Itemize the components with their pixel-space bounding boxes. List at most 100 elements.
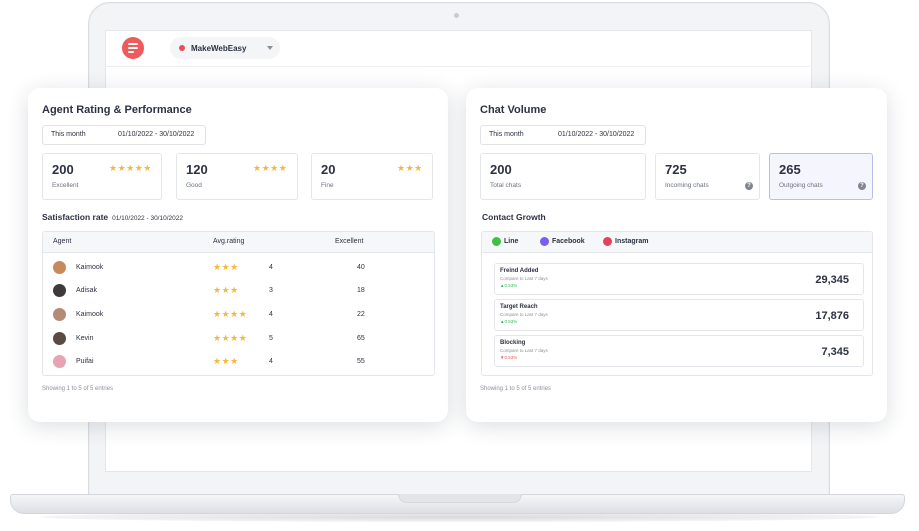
tab-instagram[interactable]: Instagram <box>603 237 648 246</box>
excellent-count: 18 <box>357 287 365 294</box>
agent-name: Kevin <box>76 335 94 342</box>
growth-title: Contact Growth <box>482 212 546 222</box>
satisfaction-label: Satisfaction rate <box>42 212 109 222</box>
agent-table: Agent Avg.rating Excellent Kaimook ★★★ 4… <box>42 231 435 376</box>
table-row[interactable]: Puifai ★★★ 4 55 <box>43 351 434 373</box>
metric-value: 7,345 <box>821 346 849 358</box>
chevron-down-icon <box>267 46 273 50</box>
stat-total-chats: 200 Total chats <box>480 153 646 200</box>
table-row[interactable]: Kevin ★★★★ 5 65 <box>43 328 434 350</box>
metric-compare: Compare to Last 7 days <box>500 312 548 317</box>
excellent-count: 40 <box>357 264 365 271</box>
column-header-excellent[interactable]: Excellent <box>335 238 363 245</box>
workspace-name: MakeWebEasy <box>191 44 247 53</box>
star-icon: ★★★ <box>397 163 423 173</box>
stat-label: Excellent <box>52 182 79 189</box>
stat-label: Outgoing chats <box>779 182 823 189</box>
excellent-count: 65 <box>357 335 365 342</box>
avg-rating: 4 <box>269 264 273 271</box>
stat-label: Fine <box>321 182 334 189</box>
avg-rating: 5 <box>269 335 273 342</box>
avg-rating: 4 <box>269 311 273 318</box>
messenger-icon <box>540 237 549 246</box>
table-header: Agent Avg.rating Excellent <box>43 232 434 253</box>
camera <box>454 13 459 18</box>
date-range-picker[interactable]: This month 01/10/2022 - 30/10/2022 <box>42 125 206 145</box>
agent-name: Puifai <box>76 358 94 365</box>
satisfaction-range: 01/10/2022 - 30/10/2022 <box>112 215 183 222</box>
stat-label: Incoming chats <box>665 182 709 189</box>
metric-percent: ▲0.53% <box>500 319 518 324</box>
metric-target-reach: Target Reach Compare to Last 7 days ▲0.5… <box>494 299 864 331</box>
stat-value: 20 <box>321 162 336 177</box>
stat-label: Total chats <box>490 182 522 189</box>
star-icon: ★★★ <box>213 285 239 295</box>
avatar <box>53 332 66 345</box>
metric-value: 17,876 <box>815 310 849 322</box>
avg-rating: 3 <box>269 287 273 294</box>
help-icon[interactable]: ? <box>745 182 753 190</box>
stat-label: Good <box>186 182 202 189</box>
metric-compare: Compare to Last 7 days <box>500 348 548 353</box>
workspace-select[interactable]: MakeWebEasy <box>170 37 280 59</box>
metric-percent: ▼0.53% <box>500 355 518 360</box>
table-row[interactable]: Kaimook ★★★★ 4 22 <box>43 304 434 326</box>
table-footer: Showing 1 to 5 of 5 entries <box>42 386 114 392</box>
stat-outgoing-chats[interactable]: 265 Outgoing chats ? <box>769 153 873 200</box>
metric-compare: Compare to Last 7 days <box>500 276 548 281</box>
avg-rating: 4 <box>269 358 273 365</box>
metric-title: Freind Added <box>500 268 539 274</box>
excellent-count: 22 <box>357 311 365 318</box>
stat-value: 265 <box>779 162 801 177</box>
table-row[interactable]: Adisak ★★★ 3 18 <box>43 280 434 302</box>
agent-name: Kaimook <box>76 311 104 318</box>
app-logo[interactable] <box>122 37 144 59</box>
card-title: Chat Volume <box>480 104 547 116</box>
line-icon <box>492 237 501 246</box>
help-icon[interactable]: ? <box>858 182 866 190</box>
status-dot <box>179 45 185 51</box>
satisfaction-title: Satisfaction rate 01/10/2022 - 30/10/2022 <box>42 212 183 222</box>
agent-name: Kaimook <box>76 264 104 271</box>
stat-value: 725 <box>665 162 687 177</box>
stat-value: 120 <box>186 162 208 177</box>
period-label: This month <box>51 131 86 138</box>
period-range: 01/10/2022 - 30/10/2022 <box>558 131 635 138</box>
metric-blocking: Blocking Compare to Last 7 days ▼0.53% 7… <box>494 335 864 367</box>
stat-incoming-chats[interactable]: 725 Incoming chats ? <box>655 153 760 200</box>
star-icon: ★★★★ <box>213 333 248 343</box>
table-row[interactable]: Kaimook ★★★ 4 40 <box>43 257 434 279</box>
tab-label: Facebook <box>552 238 585 245</box>
metric-friend-added: Freind Added Compare to Last 7 days ▲0.5… <box>494 263 864 295</box>
star-icon: ★★★ <box>213 262 239 272</box>
agent-name: Adisak <box>76 287 98 294</box>
column-header-avg-rating[interactable]: Avg.rating <box>213 238 244 245</box>
star-icon: ★★★ <box>213 356 239 366</box>
star-icon: ★★★★ <box>253 163 288 173</box>
stat-fine: 20 ★★★ Fine <box>311 153 433 200</box>
laptop-base-notch <box>398 494 522 503</box>
stat-good: 120 ★★★★ Good <box>176 153 298 200</box>
avatar <box>53 261 66 274</box>
channel-tabs: Line Facebook Instagram <box>482 232 872 253</box>
tab-label: Instagram <box>615 238 649 245</box>
contact-growth-panel: Line Facebook Instagram Freind Added Com… <box>481 231 873 376</box>
tab-line[interactable]: Line <box>492 237 518 246</box>
star-icon: ★★★★★ <box>109 163 152 173</box>
stat-value: 200 <box>490 162 512 177</box>
avatar <box>53 308 66 321</box>
avatar <box>53 284 66 297</box>
period-label: This month <box>489 131 524 138</box>
table-footer: Showing 1 to 5 of 5 entries <box>480 386 552 392</box>
metric-value: 29,345 <box>815 274 849 286</box>
star-icon: ★★★★ <box>213 309 248 319</box>
excellent-count: 55 <box>357 358 365 365</box>
tab-label: Line <box>504 238 519 245</box>
stat-excellent: 200 ★★★★★ Excellent <box>42 153 162 200</box>
instagram-icon <box>603 237 612 246</box>
metric-percent: ▲0.53% <box>500 283 518 288</box>
tab-facebook[interactable]: Facebook <box>540 237 585 246</box>
card-title: Agent Rating & Performance <box>42 104 192 116</box>
date-range-picker[interactable]: This month 01/10/2022 - 30/10/2022 <box>480 125 646 145</box>
column-header-agent[interactable]: Agent <box>53 238 71 245</box>
